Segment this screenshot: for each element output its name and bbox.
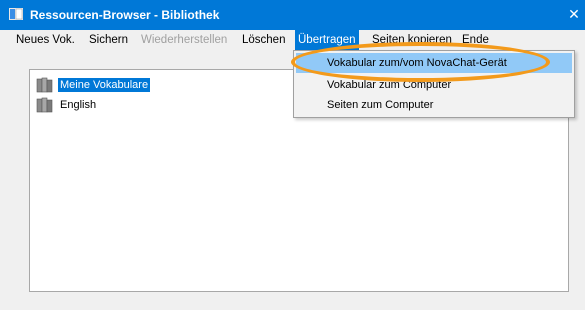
app-icon bbox=[9, 8, 23, 20]
title-bar[interactable]: Ressourcen-Browser - Bibliothek ✕ bbox=[0, 0, 585, 30]
menu-neues-vok[interactable]: Neues Vok. bbox=[13, 30, 78, 50]
menuitem-vokabular-novachat[interactable]: Vokabular zum/vom NovaChat-Gerät bbox=[296, 53, 572, 73]
tree-item-label: Meine Vokabulare bbox=[58, 78, 151, 92]
menu-wiederherstellen[interactable]: Wiederherstellen bbox=[138, 30, 230, 50]
tree-item-english[interactable]: English bbox=[36, 96, 98, 114]
uebertragen-dropdown-menu: Vokabular zum/vom NovaChat-Gerät Vokabul… bbox=[293, 50, 575, 118]
menu-loeschen[interactable]: Löschen bbox=[239, 30, 288, 50]
library-icon bbox=[36, 97, 53, 113]
menu-sichern[interactable]: Sichern bbox=[86, 30, 131, 50]
library-icon bbox=[36, 77, 53, 93]
window-title: Ressourcen-Browser - Bibliothek bbox=[30, 8, 220, 22]
menu-uebertragen[interactable]: Übertragen bbox=[295, 30, 359, 50]
menuitem-seiten-computer[interactable]: Seiten zum Computer bbox=[296, 95, 572, 115]
menuitem-vokabular-computer[interactable]: Vokabular zum Computer bbox=[296, 75, 572, 95]
resource-browser-window: Ressourcen-Browser - Bibliothek ✕ Neues … bbox=[0, 0, 585, 310]
menu-ende[interactable]: Ende bbox=[459, 30, 492, 50]
tree-item-meine-vokabulare[interactable]: Meine Vokabulare bbox=[36, 76, 151, 94]
menu-bar: Neues Vok. Sichern Wiederherstellen Lösc… bbox=[0, 30, 585, 50]
menu-seiten-kopieren[interactable]: Seiten kopieren bbox=[369, 30, 455, 50]
tree-item-label: English bbox=[60, 99, 97, 111]
close-icon[interactable]: ✕ bbox=[563, 0, 585, 30]
